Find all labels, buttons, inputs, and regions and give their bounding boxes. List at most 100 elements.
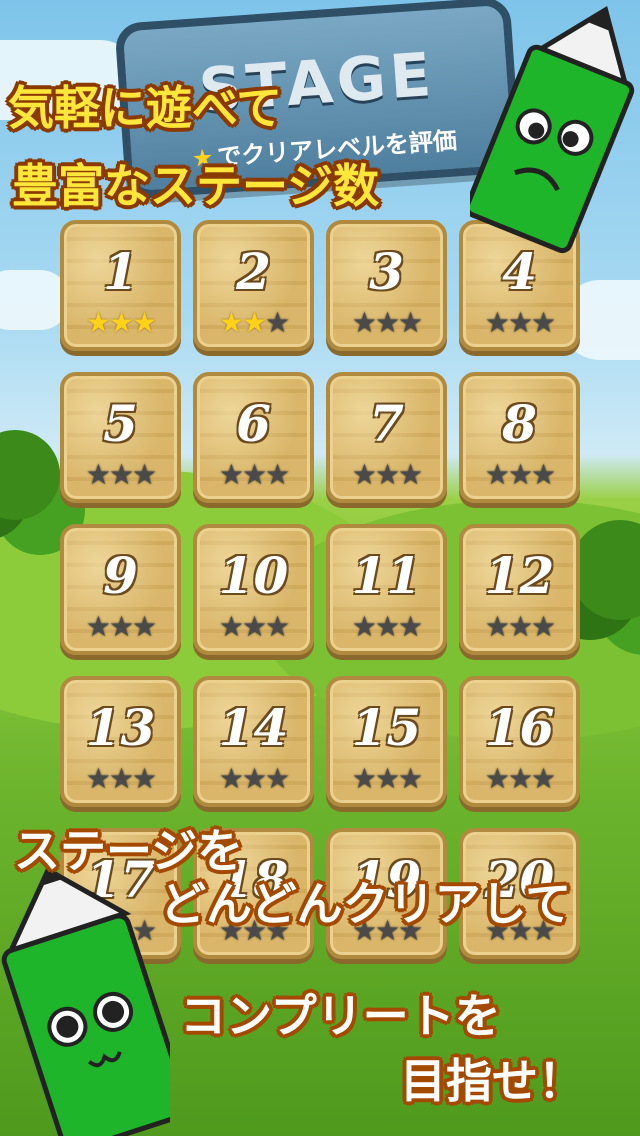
stage-number: 5 [103,394,138,453]
star-empty-icon: ★ [398,306,423,339]
star-empty-icon: ★ [374,458,400,491]
stage-stars: ★★★ [330,613,443,641]
promo-text-casual: 気軽に遊べて [8,81,283,135]
star-earned-icon: ★ [132,306,157,339]
star-empty-icon: ★ [85,458,111,491]
star-empty-icon: ★ [507,610,533,643]
star-empty-icon: ★ [85,762,111,795]
star-empty-icon: ★ [398,762,423,795]
star-empty-icon: ★ [531,762,556,795]
star-empty-icon: ★ [398,610,423,643]
star-empty-icon: ★ [241,762,267,795]
stage-button-16[interactable]: 16 ★★★ [459,676,580,807]
star-empty-icon: ★ [108,762,134,795]
stage-button-7[interactable]: 7 ★★★ [326,372,447,503]
star-empty-icon: ★ [531,610,556,643]
star-empty-icon: ★ [484,610,510,643]
stage-number: 8 [502,394,537,453]
stage-number: 13 [85,698,156,757]
promo-text-complete: コンプリートを [180,989,501,1043]
stage-number: 15 [351,698,422,757]
stage-number: 1 [103,242,138,301]
star-empty-icon: ★ [241,458,267,491]
promo-text-stages: 豊富なステージ数 [12,159,380,213]
stage-stars: ★★★ [330,765,443,793]
star-empty-icon: ★ [108,458,134,491]
star-empty-icon: ★ [484,458,510,491]
stage-stars: ★★★ [197,613,310,641]
star-empty-icon: ★ [351,306,377,339]
stage-stars: ★★★ [64,309,177,337]
star-empty-icon: ★ [531,458,556,491]
pencil-mascot-smile-icon [1,866,170,1136]
star-empty-icon: ★ [351,610,377,643]
stage-number: 14 [218,698,289,757]
star-empty-icon: ★ [265,762,290,795]
star-empty-icon: ★ [398,458,423,491]
stage-stars: ★★★ [64,461,177,489]
star-empty-icon: ★ [374,762,400,795]
stage-stars: ★★★ [197,461,310,489]
stage-number: 16 [484,698,555,757]
star-empty-icon: ★ [374,610,400,643]
star-empty-icon: ★ [351,762,377,795]
stage-button-14[interactable]: 14 ★★★ [193,676,314,807]
pencil-mascot-frown-icon [470,5,635,254]
star-earned-icon: ★ [218,306,244,339]
star-empty-icon: ★ [241,610,267,643]
stage-button-15[interactable]: 15 ★★★ [326,676,447,807]
star-empty-icon: ★ [108,610,134,643]
stage-number: 7 [369,394,404,453]
stage-stars: ★★★ [330,461,443,489]
star-empty-icon: ★ [265,458,290,491]
star-earned-icon: ★ [108,306,134,339]
star-empty-icon: ★ [351,458,377,491]
stage-stars: ★★★ [197,765,310,793]
stage-button-1[interactable]: 1 ★★★ [60,220,181,351]
stage-button-9[interactable]: 9 ★★★ [60,524,181,655]
stage-stars: ★★★ [64,613,177,641]
stage-button-13[interactable]: 13 ★★★ [60,676,181,807]
star-empty-icon: ★ [484,306,510,339]
promo-text-aim: 目指せ！ [400,1054,584,1108]
stage-stars: ★★★ [330,309,443,337]
promo-text-clear-more: どんどんクリアして [160,877,572,931]
star-empty-icon: ★ [265,306,290,339]
star-empty-icon: ★ [265,610,290,643]
stage-button-11[interactable]: 11 ★★★ [326,524,447,655]
stage-stars: ★★★ [463,765,576,793]
stage-number: 3 [369,242,404,301]
star-empty-icon: ★ [507,458,533,491]
stage-button-6[interactable]: 6 ★★★ [193,372,314,503]
stage-number: 6 [236,394,271,453]
star-earned-icon: ★ [241,306,267,339]
stage-button-12[interactable]: 12 ★★★ [459,524,580,655]
stage-button-2[interactable]: 2 ★★★ [193,220,314,351]
stage-button-5[interactable]: 5 ★★★ [60,372,181,503]
stage-button-3[interactable]: 3 ★★★ [326,220,447,351]
star-empty-icon: ★ [218,458,244,491]
stage-button-10[interactable]: 10 ★★★ [193,524,314,655]
stage-number: 11 [351,546,422,605]
stage-stars: ★★★ [463,613,576,641]
stage-number: 9 [103,546,138,605]
star-empty-icon: ★ [374,306,400,339]
star-empty-icon: ★ [531,306,556,339]
star-empty-icon: ★ [85,610,111,643]
stage-stars: ★★★ [197,309,310,337]
star-empty-icon: ★ [507,306,533,339]
star-empty-icon: ★ [484,762,510,795]
star-empty-icon: ★ [132,610,157,643]
stage-stars: ★★★ [463,461,576,489]
star-empty-icon: ★ [218,610,244,643]
stage-button-8[interactable]: 8 ★★★ [459,372,580,503]
star-earned-icon: ★ [85,306,111,339]
stage-number: 12 [484,546,555,605]
stage-stars: ★★★ [64,765,177,793]
star-empty-icon: ★ [132,458,157,491]
stage-number: 2 [236,242,271,301]
stage-number: 10 [218,546,289,605]
star-empty-icon: ★ [218,762,244,795]
star-empty-icon: ★ [507,762,533,795]
stage-stars: ★★★ [463,309,576,337]
